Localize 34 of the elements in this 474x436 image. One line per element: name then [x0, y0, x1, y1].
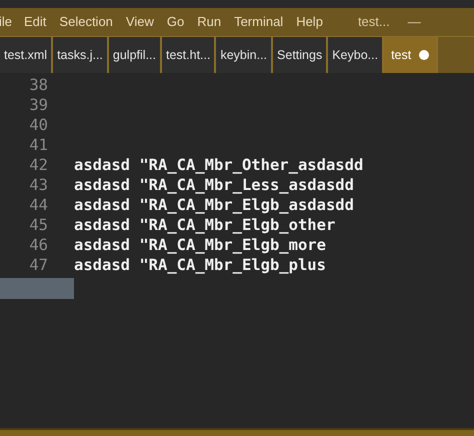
- window-title: test...: [358, 13, 390, 32]
- menu-item[interactable]: Edit: [24, 12, 46, 32]
- code-line: asdasd "RA_CA_Mbr_Elgb_other: [74, 215, 336, 236]
- menu-item[interactable]: Go: [166, 12, 184, 32]
- menu-item[interactable]: Help: [296, 12, 323, 32]
- line-number: 38: [28, 75, 48, 96]
- line-number: 44: [28, 195, 48, 216]
- code-line: asdasd "RA_CA_Mbr_Elgb_more: [74, 235, 326, 256]
- editor-tab[interactable]: test.ht...: [162, 37, 216, 73]
- line-number: 46: [28, 235, 48, 256]
- menu-item[interactable]: Selection: [59, 12, 113, 32]
- menu-item[interactable]: ile: [0, 12, 12, 32]
- line-number: 45: [28, 215, 48, 236]
- line-number: 39: [28, 95, 48, 116]
- code-line: asdasd "RA_CA_Mbr_Other_asdasdd: [74, 155, 364, 176]
- editor-tab[interactable]: tasks.j...: [53, 37, 109, 73]
- editor-tab[interactable]: test.xml: [0, 37, 54, 73]
- line-number: 47: [28, 255, 48, 276]
- line-number: 43: [28, 175, 48, 196]
- code-line: asdasd "RA_CA_Mbr_Elgb_asdasdd: [74, 195, 354, 216]
- menu-item[interactable]: Run: [197, 12, 222, 32]
- code-line: asdasd "RA_CA_Mbr_Less_asdasdd: [74, 175, 354, 196]
- menu-item[interactable]: Terminal: [234, 12, 284, 32]
- line-number: 42: [28, 155, 48, 176]
- line-number: 41: [28, 135, 48, 156]
- minimize-button[interactable]: —: [408, 12, 421, 32]
- editor-tab[interactable]: keybin...: [216, 37, 274, 73]
- editor-tab[interactable]: Settings: [273, 37, 328, 73]
- code-line: asdasd "RA_CA_Mbr_Elgb_plus: [74, 255, 326, 276]
- line-number: 40: [28, 115, 48, 136]
- editor-tab[interactable]: gulpfil...: [108, 37, 162, 73]
- menu-item[interactable]: View: [126, 12, 154, 32]
- editor-tab[interactable]: Keybo...: [328, 37, 384, 73]
- editor-tab[interactable]: test: [384, 37, 438, 73]
